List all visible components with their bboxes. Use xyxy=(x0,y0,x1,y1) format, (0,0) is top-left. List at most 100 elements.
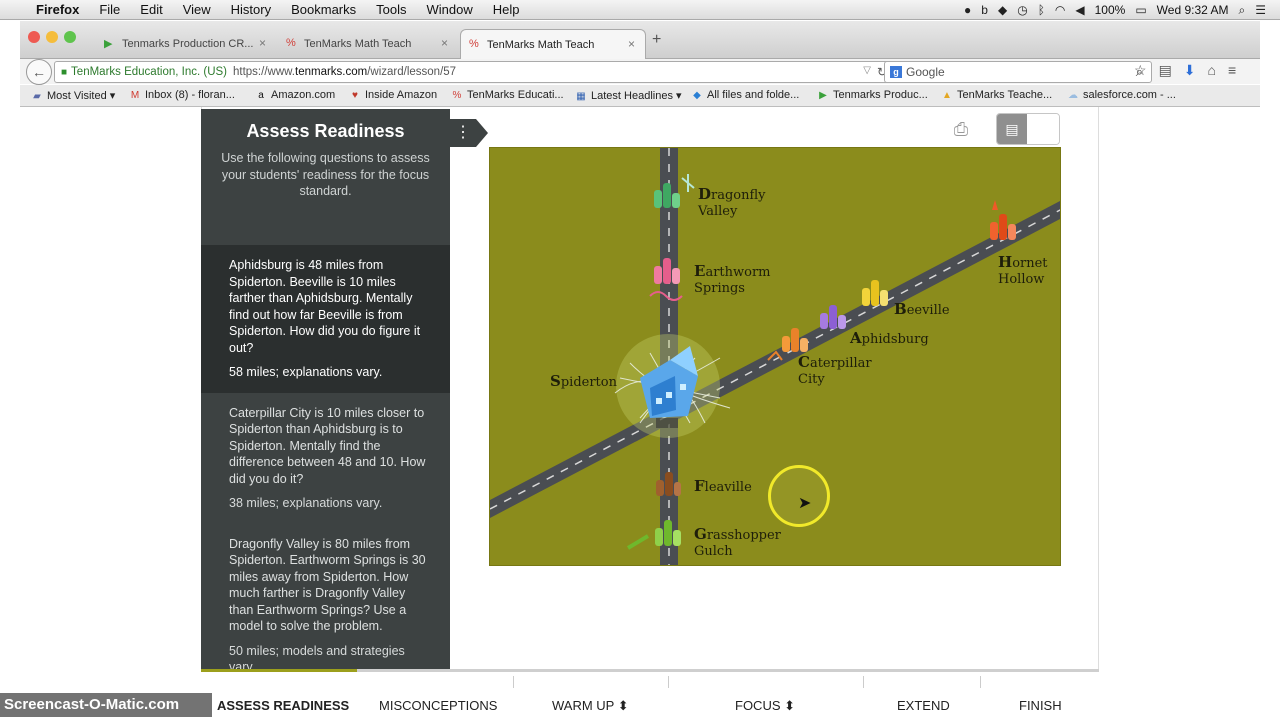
more-options-icon[interactable]: ⋮ xyxy=(450,119,488,147)
bookmark-tenmarks-teacher[interactable]: ▲ TenMarks Teache... xyxy=(940,89,1052,101)
gmail-icon: M xyxy=(130,90,140,101)
bookmarks-toolbar: ▰ Most Visited ▾ M Inbox (8) - floran... a… xyxy=(20,85,1260,107)
google-icon[interactable]: g xyxy=(890,66,902,78)
cursor-arrow-icon: ➤ xyxy=(798,495,812,512)
dropbox-tray-icon[interactable]: ◆ xyxy=(998,3,1007,17)
page-content: Assess Readiness Use the following quest… xyxy=(20,107,1260,720)
folder-icon: ▰ xyxy=(33,91,41,102)
bookmark-latest-headlines[interactable]: ▦ Latest Headlines ▾ xyxy=(574,89,681,102)
url-bar[interactable]: ■ TenMarks Education, Inc. (US) https://… xyxy=(54,61,894,83)
bookmark-tenmarks-education[interactable]: % TenMarks Educati... xyxy=(450,89,564,101)
search-placeholder: Google xyxy=(906,65,945,79)
bookmark-salesforce[interactable]: ☁ salesforce.com - ... xyxy=(1066,89,1176,101)
menu-app-name[interactable]: Firefox xyxy=(36,2,79,17)
b-icon[interactable]: b xyxy=(981,3,988,17)
question-answer: 58 miles; explanations vary. xyxy=(229,365,383,379)
zoom-window-button[interactable] xyxy=(64,31,76,43)
close-icon[interactable]: × xyxy=(441,36,448,50)
question-text: Caterpillar City is 10 miles closer to S… xyxy=(229,405,426,486)
menu-window[interactable]: Window xyxy=(427,2,473,17)
search-bar[interactable]: g Google ⌕ xyxy=(884,61,1152,83)
menu-file[interactable]: File xyxy=(99,2,120,17)
tab-label: TenMarks Math Teach xyxy=(487,38,595,51)
bookmark-all-files[interactable]: ◆ All files and folde... xyxy=(690,89,799,101)
skype-icon[interactable]: ● xyxy=(964,3,971,17)
new-tab-button[interactable]: + xyxy=(652,31,661,49)
tab-tenmarks-production[interactable]: ▶ Tenmarks Production CR... × xyxy=(96,29,276,59)
url-history-dropdown-icon[interactable]: ▽ xyxy=(863,65,871,76)
document-view-icon[interactable]: ▤ xyxy=(997,114,1027,144)
play-icon: ▶ xyxy=(819,90,827,101)
tab-tenmarks-math-1[interactable]: % TenMarks Math Teach × xyxy=(278,29,458,59)
diagonal-road-centerline xyxy=(490,209,1060,510)
nav-toolbar-icons: ☆ ▤ ⬇ ⌂ ≡ xyxy=(1134,62,1236,79)
step-assess-readiness[interactable]: ASSESS READINESS xyxy=(217,698,349,713)
question-answer: 38 miles; explanations vary. xyxy=(229,496,383,510)
menu-icon[interactable]: ≡ xyxy=(1228,62,1236,79)
bookmark-most-visited[interactable]: ▰ Most Visited ▾ xyxy=(30,89,115,102)
menu-help[interactable]: Help xyxy=(493,2,520,17)
sort-arrows-icon: ⬍ xyxy=(617,698,629,713)
tab-label: Tenmarks Production CR... xyxy=(122,38,254,50)
site-identity[interactable]: TenMarks Education, Inc. (US) xyxy=(71,66,227,78)
bookmark-amazon[interactable]: a Amazon.com xyxy=(254,89,335,101)
bookmark-inside-amazon[interactable]: ♥ Inside Amazon xyxy=(348,89,437,101)
window-controls xyxy=(28,31,76,43)
assess-readiness-panel: Assess Readiness Use the following quest… xyxy=(201,109,450,669)
menu-view[interactable]: View xyxy=(183,2,211,17)
battery-icon[interactable]: ▭ xyxy=(1135,3,1146,17)
question-item[interactable]: Caterpillar City is 10 miles closer to S… xyxy=(201,393,450,524)
screencast-watermark: Screencast-O-Matic.com xyxy=(0,693,212,717)
panel-subtitle: Use the following questions to assess yo… xyxy=(221,151,430,198)
tenmarks-icon: % xyxy=(452,90,462,101)
question-text: Dragonfly Valley is 80 miles from Spider… xyxy=(229,536,426,634)
download-icon[interactable]: ⬇ xyxy=(1184,62,1196,79)
question-item[interactable]: Dragonfly Valley is 80 miles from Spider… xyxy=(201,524,450,670)
tab-tenmarks-math-active[interactable]: % TenMarks Math Teach × xyxy=(460,29,646,59)
print-icon[interactable]: ⎙ xyxy=(938,113,984,145)
inside-amazon-icon: ♥ xyxy=(352,90,358,101)
bookmarks-menu-icon[interactable]: ▤ xyxy=(1159,62,1172,79)
volume-icon[interactable]: ◀ xyxy=(1075,3,1084,17)
step-finish[interactable]: FINISH xyxy=(1019,698,1062,713)
step-focus[interactable]: FOCUS ⬍ xyxy=(735,698,795,714)
menu-edit[interactable]: Edit xyxy=(140,2,162,17)
alternate-view-option[interactable] xyxy=(1027,114,1059,144)
active-step-indicator xyxy=(201,669,357,672)
notification-icon[interactable]: ☰ xyxy=(1255,3,1266,17)
close-icon[interactable]: × xyxy=(259,36,266,50)
view-toggle[interactable]: ▤ xyxy=(996,113,1060,145)
close-icon[interactable]: × xyxy=(628,37,635,51)
close-window-button[interactable] xyxy=(28,31,40,43)
menu-history[interactable]: History xyxy=(231,2,271,17)
town-label-earthworm-springs: Earthworm Springs xyxy=(694,262,771,296)
step-extend[interactable]: EXTEND xyxy=(897,698,950,713)
rss-icon: ▦ xyxy=(576,91,586,102)
tenmarks-icon: % xyxy=(286,37,296,49)
back-button[interactable]: ← xyxy=(26,59,52,85)
spotlight-icon[interactable]: ⌕ xyxy=(1239,3,1246,18)
menu-tools[interactable]: Tools xyxy=(376,2,406,17)
url-text: https://www.tenmarks.com/wizard/lesson/5… xyxy=(233,66,457,78)
minimize-window-button[interactable] xyxy=(46,31,58,43)
town-label-caterpillar-city: Caterpillar City xyxy=(798,353,872,387)
town-label-fleaville: Fleaville xyxy=(694,477,752,495)
home-icon[interactable]: ⌂ xyxy=(1208,62,1216,79)
amazon-icon: a xyxy=(258,90,264,101)
cloud-icon: ☁ xyxy=(1068,90,1078,101)
menu-bookmarks[interactable]: Bookmarks xyxy=(291,2,356,17)
bookmark-inbox[interactable]: M Inbox (8) - floran... xyxy=(128,89,235,101)
town-label-grasshopper-gulch: Grasshopper Gulch xyxy=(694,525,781,559)
time-machine-icon[interactable]: ◷ xyxy=(1017,3,1027,17)
clock[interactable]: Wed 9:32 AM xyxy=(1157,3,1229,17)
bookmark-tenmarks-production[interactable]: ▶ Tenmarks Produc... xyxy=(816,89,928,101)
step-misconceptions[interactable]: MISCONCEPTIONS xyxy=(379,698,497,713)
bookmark-star-icon[interactable]: ☆ xyxy=(1134,62,1147,79)
town-label-beeville: Beeville xyxy=(894,300,950,318)
step-warm-up[interactable]: WARM UP ⬍ xyxy=(552,698,629,714)
bluetooth-icon[interactable]: ᛒ xyxy=(1038,3,1045,17)
battery-percent: 100% xyxy=(1094,3,1126,17)
wifi-icon[interactable]: ◠ xyxy=(1055,3,1065,17)
drive-icon: ▲ xyxy=(942,90,952,101)
question-item[interactable]: Aphidsburg is 48 miles from Spiderton. B… xyxy=(201,245,450,393)
